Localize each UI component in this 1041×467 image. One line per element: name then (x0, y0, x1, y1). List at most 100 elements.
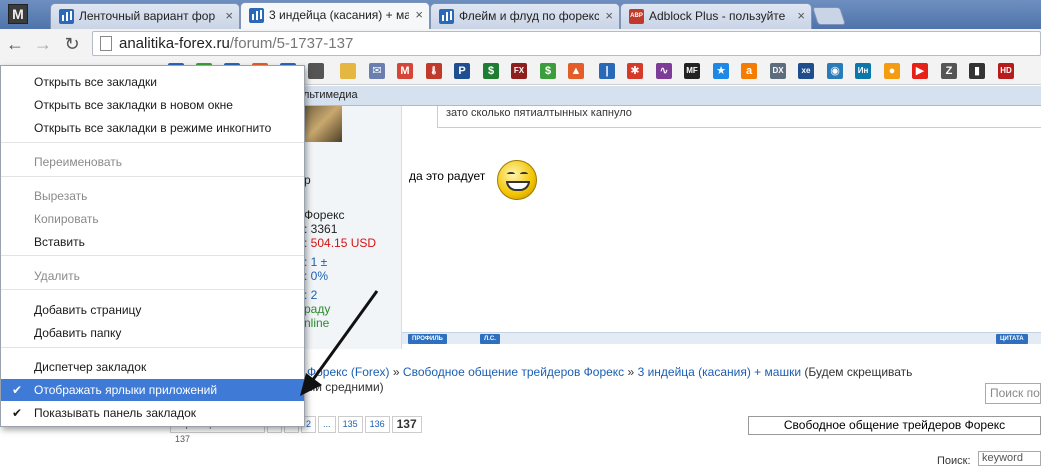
menu-separator (1, 255, 304, 256)
tab-4[interactable]: ABP Adblock Plus - пользуйте × (620, 3, 812, 29)
menu-item-label: Добавить папку (34, 326, 122, 340)
forward-arrow-icon[interactable]: → (32, 33, 54, 55)
forum-jump-select[interactable]: Свободное общение трейдеров Форекс (748, 416, 1041, 435)
chart-logo-icon (59, 9, 74, 24)
subnav-label[interactable]: льтимедиа (303, 89, 358, 101)
menu-item-label: Диспетчер закладок (34, 360, 147, 374)
post-text: да это радует (409, 169, 486, 183)
menu-item-label: Открыть все закладки в режиме инкогнито (34, 121, 272, 135)
menu-item-13[interactable]: ✔ Показывать панель закладок (1, 402, 304, 424)
tab-1[interactable]: Ленточный вариант фор × (50, 3, 240, 29)
reload-icon[interactable]: ↻ (61, 33, 83, 55)
search-keyword-input[interactable]: keyword (978, 451, 1041, 466)
dollar-icon[interactable]: $ (483, 63, 499, 79)
user-awards-count[interactable]: : 2 (304, 288, 317, 302)
bookmark-icon[interactable] (308, 63, 324, 79)
menu-item-7[interactable]: Вставить (1, 231, 304, 253)
profile-logo-icon[interactable]: M (8, 4, 28, 24)
close-icon[interactable]: × (415, 3, 423, 27)
menu-separator (1, 142, 304, 143)
tab-label: 3 индейца (касания) + ма (269, 8, 409, 22)
fx-icon[interactable]: FX (511, 63, 527, 79)
back-arrow-icon[interactable]: ← (4, 33, 26, 55)
bookmarks-context-menu: Открыть все закладки Открыть все закладки… (0, 65, 305, 427)
menu-item-2[interactable]: Открыть все закладки в новом окне (1, 94, 304, 116)
checkmark-icon: ✔ (12, 406, 23, 420)
wave-icon[interactable]: ∿ (656, 63, 672, 79)
tab-2-active[interactable]: 3 индейца (касания) + ма × (240, 2, 430, 29)
menu-item-10[interactable]: Добавить папку (1, 322, 304, 344)
breadcrumb-line2: ми средними) (307, 380, 384, 394)
gmail-icon[interactable]: M (397, 63, 413, 79)
menu-item-1[interactable]: Открыть все закладки (1, 71, 304, 93)
menu-item-label: Вставить (34, 235, 85, 249)
user-awards: раду (304, 302, 331, 316)
menu-item-label: Копировать (34, 212, 99, 226)
menu-item-3[interactable]: Открыть все закладки в режиме инкогнито (1, 117, 304, 139)
hd-video-icon[interactable]: HD (998, 63, 1014, 79)
film-icon[interactable]: ▮ (969, 63, 985, 79)
in-icon[interactable]: Ин (855, 63, 871, 79)
page-icon (100, 36, 112, 51)
smiley-eye (507, 172, 515, 176)
breadcrumb-thread[interactable]: 3 индейца (касания) + машки (638, 365, 801, 379)
profile-button[interactable]: ПРОФИЛЬ (408, 334, 447, 344)
quote-text: зато сколько пятиалтынных капнуло (446, 107, 632, 119)
a-icon[interactable]: a (741, 63, 757, 79)
breadcrumb-forum[interactable]: Свободное общение трейдеров Форекс (403, 365, 624, 379)
money-icon[interactable]: $ (540, 63, 556, 79)
tab-3[interactable]: Флейм и флуд по форекс × (430, 3, 620, 29)
quote-block: зато сколько пятиалтынных капнуло (437, 106, 1041, 128)
mf-icon[interactable]: MF (684, 63, 700, 79)
user-reputation[interactable]: : 1 ± (304, 255, 327, 269)
forum-search-input[interactable]: Поиск по (985, 383, 1041, 404)
menu-item-4: Переименовать (1, 151, 304, 173)
globe-icon[interactable]: ◉ (827, 63, 843, 79)
avatar[interactable] (300, 106, 342, 142)
z-icon[interactable]: Z (941, 63, 957, 79)
pm-button[interactable]: Л.С. (480, 334, 500, 344)
menu-item-6: Копировать (1, 208, 304, 230)
gear-icon[interactable]: ✱ (627, 63, 643, 79)
smiley-mouth (506, 181, 530, 191)
dx-icon[interactable]: DX (770, 63, 786, 79)
menu-item-label: Удалить (34, 269, 80, 283)
menu-item-label: Показывать панель закладок (34, 406, 197, 420)
search-label: Поиск: (937, 455, 971, 467)
hat-icon[interactable]: ▲ (568, 63, 584, 79)
orange-icon[interactable]: ● (884, 63, 900, 79)
p-icon[interactable]: P (454, 63, 470, 79)
close-icon[interactable]: × (797, 4, 805, 28)
pager-page[interactable]: 136 (364, 416, 390, 433)
chart-logo-icon[interactable]: | (599, 63, 615, 79)
menu-item-label: Переименовать (34, 155, 122, 169)
abp-icon: ABP (629, 9, 644, 24)
close-icon[interactable]: × (225, 4, 233, 28)
menu-item-12[interactable]: ✔ Отображать ярлыки приложений (1, 379, 304, 401)
xe-icon[interactable]: xe (798, 63, 814, 79)
youtube-icon[interactable]: ▶ (912, 63, 928, 79)
user-online-status: nline (304, 316, 330, 330)
pager-page[interactable]: 135 (337, 416, 363, 433)
thermometer-icon[interactable]: 🌡 (426, 63, 442, 79)
chart-logo-icon (249, 8, 264, 23)
quote-button[interactable]: ЦИТАТА (996, 334, 1028, 344)
new-tab-button[interactable] (812, 7, 846, 25)
menu-separator (1, 176, 304, 177)
breadcrumb-suffix: (Будем скрещивать (804, 365, 913, 379)
folder-icon[interactable] (340, 63, 356, 79)
menu-item-8: Удалить (1, 265, 304, 287)
menu-item-11[interactable]: Диспетчер закладок (1, 356, 304, 378)
close-icon[interactable]: × (605, 4, 613, 28)
menu-item-9[interactable]: Добавить страницу (1, 299, 304, 321)
browser-toolbar: ← → ↻ analitika-forex.ru/forum/5-1737-13… (0, 29, 1041, 58)
breadcrumb-sep: » (627, 365, 635, 379)
breadcrumb-forex[interactable]: Форекс (Forex) (307, 365, 390, 379)
breadcrumb-sep: » (392, 365, 400, 379)
star-icon[interactable]: ★ (713, 63, 729, 79)
user-info-line: р (304, 173, 311, 187)
pager-current-page: 137 (391, 416, 422, 433)
mail-icon[interactable]: ✉ (369, 63, 385, 79)
menu-item-label: Добавить страницу (34, 303, 142, 317)
address-bar[interactable]: analitika-forex.ru/forum/5-1737-137 (92, 31, 1041, 56)
